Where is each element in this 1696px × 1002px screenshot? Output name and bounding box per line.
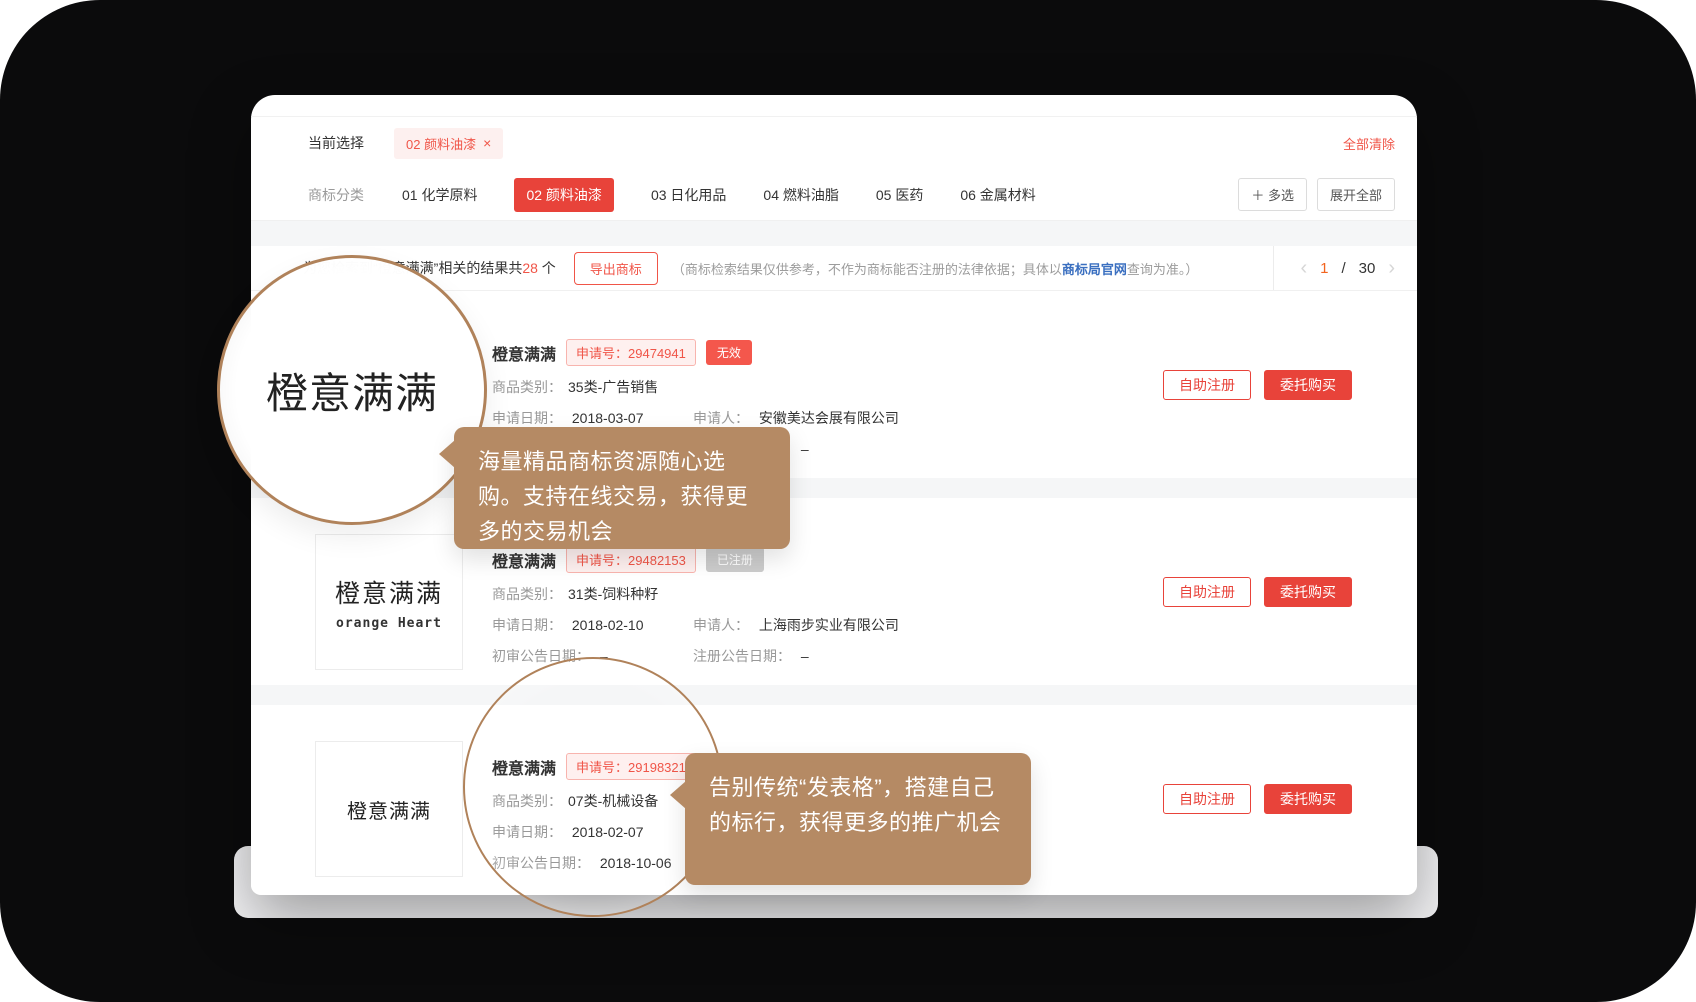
category-item-03[interactable]: 03 日化用品 xyxy=(651,185,726,205)
tooltip-marketplace: 海量精品商标资源随心选购。支持在线交易，获得更多的交易机会 xyxy=(454,427,790,549)
self-register-button[interactable]: 自助注册 xyxy=(1163,370,1251,400)
row-actions: 自助注册 委托购买 xyxy=(1163,498,1352,685)
current-selection-label: 当前选择 xyxy=(308,133,364,153)
date-line: 申请日期： 2018-02-10 申请人： 上海雨步实业有限公司 xyxy=(492,614,899,636)
trademark-image: 橙意满满 orange Heart xyxy=(315,534,463,670)
self-register-button[interactable]: 自助注册 xyxy=(1163,577,1251,607)
tooltip-arrow-icon xyxy=(670,781,686,809)
selected-filter-tag-label: 02 颜料油漆 xyxy=(406,134,476,153)
row-gap xyxy=(251,685,1417,705)
category-items: 01 化学原料 02 颜料油漆 03 日化用品 04 燃料油脂 05 医药 06… xyxy=(402,178,1036,212)
category-label: 商品类别： xyxy=(492,583,562,605)
results-summary-suffix: 个 xyxy=(538,260,556,276)
category-item-05[interactable]: 05 医药 xyxy=(876,185,923,205)
disclaimer-post: 查询为准。） xyxy=(1127,262,1199,277)
export-trademarks-button[interactable]: 导出商标 xyxy=(574,252,658,285)
apply-date: 申请日期： 2018-02-10 xyxy=(492,614,693,636)
category-item-02[interactable]: 02 颜料油漆 xyxy=(514,178,613,212)
entrust-buy-button[interactable]: 委托购买 xyxy=(1264,784,1352,814)
entrust-buy-button[interactable]: 委托购买 xyxy=(1264,577,1352,607)
results-count: 28 xyxy=(522,260,538,276)
current-page: 1 xyxy=(1320,260,1328,277)
tooltip-marketplace-text: 海量精品商标资源随心选购。支持在线交易，获得更多的交易机会 xyxy=(478,449,748,544)
disclaimer: （商标检索结果仅供参考，不作为商标能否注册的法律依据；具体以商标局官网查询为准。… xyxy=(672,259,1199,278)
category-line: 商品类别： 35类-广告销售 xyxy=(492,376,899,398)
trademark-image: 橙意满满 xyxy=(315,741,463,877)
next-page-icon[interactable]: › xyxy=(1388,258,1395,278)
category-item-01[interactable]: 01 化学原料 xyxy=(402,185,477,205)
category-value: 31类-饲料种籽 xyxy=(568,583,658,605)
category-label: 商品类别： xyxy=(492,376,562,398)
trademark-name: 橙意满满 xyxy=(492,548,556,572)
reg-announce-date: 注册公告日期： – xyxy=(693,645,809,667)
application-number-value: 29482153 xyxy=(628,553,686,568)
total-pages: 30 xyxy=(1359,260,1376,277)
tooltip-promotion: 告别传统“发表格”，搭建自己的标行，获得更多的推广机会 xyxy=(685,753,1031,885)
category-value: 35类-广告销售 xyxy=(568,376,658,398)
application-number-value: 29474941 xyxy=(628,346,686,361)
self-register-button[interactable]: 自助注册 xyxy=(1163,784,1251,814)
tooltip-arrow-icon xyxy=(439,440,455,468)
tooltip-promotion-text: 告别传统“发表格”，搭建自己的标行，获得更多的推广机会 xyxy=(709,775,1002,835)
trademark-image-text: 橙意满满 xyxy=(347,795,431,824)
category-bar-label: 商标分类 xyxy=(308,185,364,205)
row-actions: 自助注册 委托购买 xyxy=(1163,705,1352,892)
tag-close-icon[interactable]: × xyxy=(483,136,491,150)
date-line: 申请日期： 2018-03-07 申请人： 安徽美达会展有限公司 xyxy=(492,407,899,429)
clear-all-button[interactable]: 全部清除 xyxy=(1343,134,1395,153)
selected-filter-tag[interactable]: 02 颜料油漆 × xyxy=(394,128,503,159)
application-number-label: 申请号： xyxy=(576,553,628,568)
category-item-04[interactable]: 04 燃料油脂 xyxy=(763,185,838,205)
application-number-badge: 申请号：29482153 xyxy=(566,546,696,573)
category-item-06[interactable]: 06 金属材料 xyxy=(960,185,1035,205)
multi-select-button[interactable]: ＋ 多选 xyxy=(1238,178,1307,211)
category-actions: ＋ 多选 展开全部 xyxy=(1238,178,1395,211)
magnifier-circle: 橙意满满 xyxy=(217,255,487,525)
applicant: 申请人： 安徽美达会展有限公司 xyxy=(693,407,899,429)
entrust-buy-button[interactable]: 委托购买 xyxy=(1264,370,1352,400)
application-number-badge: 申请号：29474941 xyxy=(566,339,696,366)
trademark-image-text: 橙意满满 xyxy=(335,574,443,610)
category-line: 商品类别： 31类-饲料种籽 xyxy=(492,583,899,605)
title-line: 橙意满满 申请号：29474941 无效 xyxy=(492,339,899,366)
trademark-office-link[interactable]: 商标局官网 xyxy=(1062,262,1127,277)
status-badge: 无效 xyxy=(706,340,752,365)
disclaimer-pre: （商标检索结果仅供参考，不作为商标能否注册的法律依据；具体以 xyxy=(672,262,1062,277)
apply-date: 申请日期： 2018-03-07 xyxy=(492,407,693,429)
page-separator: / xyxy=(1341,260,1345,277)
row-actions: 自助注册 委托购买 xyxy=(1163,291,1352,478)
status-badge: 已注册 xyxy=(706,547,764,572)
current-selection-bar: 当前选择 02 颜料油漆 × 全部清除 xyxy=(251,116,1417,169)
section-gap xyxy=(251,221,1417,246)
category-bar: 商标分类 01 化学原料 02 颜料油漆 03 日化用品 04 燃料油脂 05 … xyxy=(251,169,1417,221)
table-row: 橙意满满 orange Heart 橙意满满 申请号：29482153 已注册 … xyxy=(251,498,1417,685)
prev-page-icon[interactable]: ‹ xyxy=(1300,258,1307,278)
magnified-trademark-text: 橙意满满 xyxy=(266,360,438,421)
expand-all-button[interactable]: 展开全部 xyxy=(1317,178,1395,211)
trademark-image-subtext: orange Heart xyxy=(336,616,442,631)
title-line: 橙意满满 申请号：29482153 已注册 xyxy=(492,546,899,573)
applicant: 申请人： 上海雨步实业有限公司 xyxy=(693,614,899,636)
trademark-name: 橙意满满 xyxy=(492,341,556,365)
application-number-label: 申请号： xyxy=(576,346,628,361)
pagination: ‹ 1 / 30 › xyxy=(1273,246,1417,290)
